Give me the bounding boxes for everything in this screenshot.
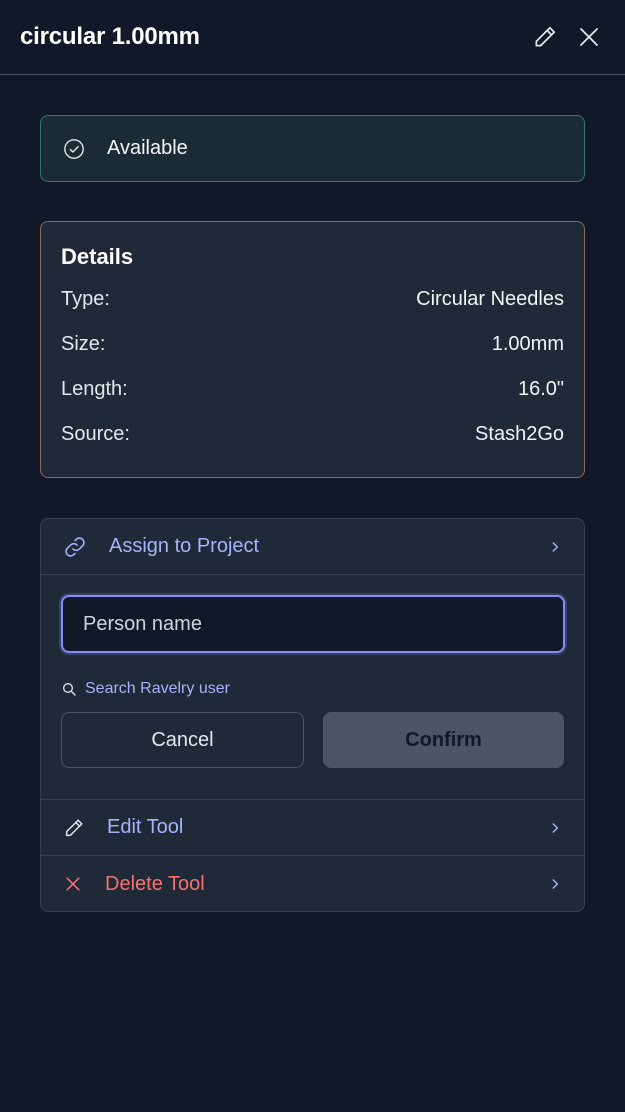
actions-card: Assign to Project Search Ravelry user Ca…	[40, 518, 585, 912]
x-icon	[66, 877, 80, 891]
edit-button[interactable]	[529, 21, 561, 53]
detail-label: Length:	[61, 378, 128, 400]
details-title: Details	[61, 244, 134, 269]
confirm-button[interactable]: Confirm	[323, 712, 564, 768]
link-icon	[65, 536, 85, 557]
edit-tool-label: Edit Tool	[107, 816, 184, 838]
pencil-icon	[535, 26, 556, 47]
search-ravelry-user-link[interactable]: Search Ravelry user	[61, 677, 564, 701]
page-title: circular 1.00mm	[20, 23, 200, 50]
detail-row-size: Size: 1.00mm	[61, 322, 564, 367]
detail-label: Type:	[61, 288, 110, 310]
details-card: Details Type: Circular Needles Size: 1.0…	[40, 221, 585, 478]
status-label: Available	[107, 137, 188, 159]
edit-tool-button[interactable]: Edit Tool	[41, 800, 584, 856]
assign-label: Assign to Project	[109, 535, 260, 557]
check-circle-icon	[64, 138, 84, 159]
pencil-icon	[65, 818, 83, 836]
detail-row-source: Source: Stash2Go	[61, 412, 564, 457]
status-badge: Available	[40, 115, 585, 182]
chevron-right-icon	[552, 822, 559, 833]
person-name-input[interactable]	[61, 595, 565, 653]
chevron-right-icon	[552, 541, 559, 552]
search-ravelry-user-label: Search Ravelry user	[85, 680, 230, 697]
search-icon	[63, 683, 76, 696]
close-icon	[580, 28, 598, 46]
detail-label: Size:	[61, 333, 106, 355]
detail-value: Circular Needles	[416, 288, 564, 310]
detail-value: 1.00mm	[491, 333, 564, 355]
detail-row-length: Length: 16.0"	[61, 367, 564, 412]
assign-to-project-button[interactable]: Assign to Project	[41, 519, 584, 575]
detail-row-type: Type: Circular Needles	[61, 277, 564, 322]
cancel-button[interactable]: Cancel	[61, 712, 304, 768]
chevron-right-icon	[552, 879, 559, 889]
delete-tool-label: Delete Tool	[105, 872, 205, 895]
assign-panel: Search Ravelry user Cancel Confirm	[41, 575, 584, 800]
header: circular 1.00mm	[0, 0, 625, 75]
detail-value: 16.0"	[517, 378, 564, 400]
close-button[interactable]	[573, 21, 605, 53]
detail-label: Source:	[61, 423, 130, 445]
detail-value: Stash2Go	[475, 423, 564, 445]
delete-tool-button[interactable]: Delete Tool	[41, 856, 584, 911]
